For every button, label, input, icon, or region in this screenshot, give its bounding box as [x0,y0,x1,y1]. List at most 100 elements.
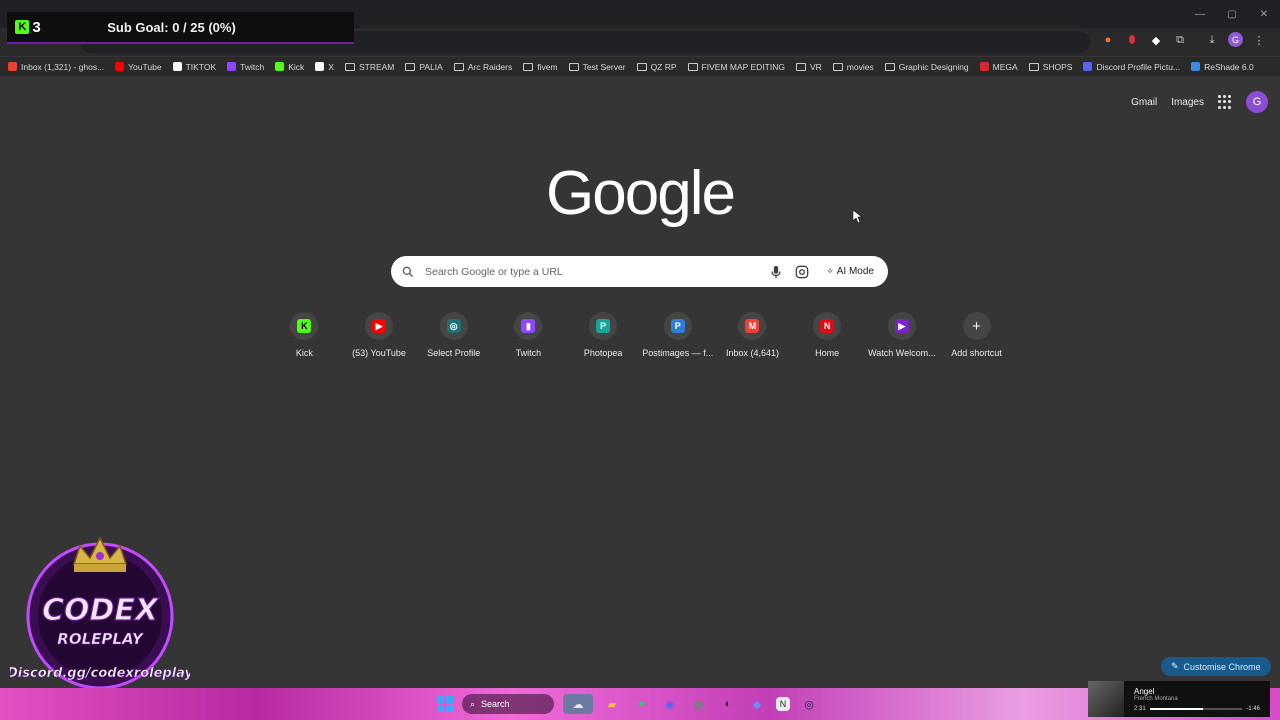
bookmark-item[interactable]: TIKTOK [172,61,217,72]
bookmark-item[interactable]: X [315,62,334,72]
ai-mode-button[interactable]: ✧ AI Mode [822,263,878,280]
postimages-icon: P [670,319,685,333]
minimize-icon[interactable]: — [1184,0,1216,28]
shortcut-tile[interactable]: P Photopea [566,312,641,358]
shortcut-icon-circle: + [962,312,991,340]
bookmark-label: YouTube [128,61,162,72]
bookmark-item[interactable]: fivem [523,61,558,72]
close-icon[interactable]: ✕ [1248,0,1280,28]
shortcut-icon-circle: ▶ [365,312,394,340]
bookmark-item[interactable]: YouTube [115,61,162,72]
folder-icon [568,62,579,71]
svg-text:Discord.gg/codexroleplay: Discord.gg/codexroleplay [10,666,190,681]
taskbar-search[interactable]: ⌕ Search [462,694,554,714]
shortcut-tile[interactable]: M Inbox (4,641) [715,312,790,358]
bookmark-item[interactable]: ReShade 6.0 [1191,62,1254,72]
twitch-icon: ▮ [521,319,536,333]
shortcut-label: Add shortcut [951,348,1002,358]
extension-red-icon[interactable]: ⬮ [1124,32,1140,48]
now-playing-widget[interactable]: Angel French Montana 2:31 -1:46 [1088,681,1270,717]
bookmark-label: X [328,61,334,72]
file-explorer-icon[interactable]: ▰ [602,694,622,714]
bookmark-label: PALIA [419,61,443,72]
shortcut-tile[interactable]: + Add shortcut [939,312,1014,358]
twitch-icon [227,62,237,71]
taskbar-search-icon: ⌕ [470,698,476,709]
app-diamond-icon[interactable]: ◆ [747,694,767,714]
bookmark-label: Graphic Designing [898,61,969,72]
bookmark-item[interactable]: FIVEM MAP EDITING [687,62,785,72]
bookmark-item[interactable]: QZ RP [636,61,677,72]
bookmark-item[interactable]: MEGA [979,62,1018,72]
obs-icon[interactable]: ◐ [718,694,738,714]
bookmark-item[interactable]: movies [832,62,874,72]
shortcut-icon-circle: ◎ [439,312,468,340]
bookmark-item[interactable]: VR [795,62,822,72]
bookmark-label: SHOPS [1042,61,1073,72]
netflix-icon: N [820,319,835,333]
bookmark-item[interactable]: Discord Profile Pictu... [1083,62,1180,72]
shortcut-tile[interactable]: P Postimages — f... [640,312,715,358]
menu-kebab-icon[interactable]: ⋮ [1251,32,1267,48]
maximize-icon[interactable]: ▢ [1216,0,1248,28]
folder-icon [405,62,416,71]
shortcut-tile[interactable]: N Home [790,312,865,358]
bookmark-label: fivem [537,61,558,72]
song-remaining: -1:46 [1246,705,1260,712]
discord-icon[interactable]: ◉ [660,694,680,714]
chrome-icon[interactable]: ◍ [689,694,709,714]
bookmark-item[interactable]: Graphic Designing [884,61,969,72]
notion-icon[interactable]: N [776,697,790,711]
google-header-links: Gmail Images G [1131,91,1268,113]
taskbar-search-label: Search [481,699,510,709]
bookmark-label: Arc Raiders [467,61,513,72]
extensions-puzzle-icon[interactable]: ⧉ [1172,32,1188,48]
bookmark-label: QZ RP [650,61,677,72]
folder-icon [1028,62,1039,71]
widgets-icon[interactable]: ☁ [563,694,593,714]
downloads-icon[interactable]: ⤓ [1204,32,1220,48]
images-link[interactable]: Images [1171,97,1204,108]
shortcut-tile[interactable]: K Kick [267,312,342,358]
voice-search-icon[interactable] [768,264,784,280]
bookmark-item[interactable]: SHOPS [1028,61,1073,72]
shortcut-tile[interactable]: ▶ Watch Welcom... [865,312,940,358]
bookmark-item[interactable]: Twitch [227,62,264,72]
sub-goal-overlay: K 3 Sub Goal: 0 / 25 (0%) [7,12,354,44]
bookmark-item[interactable]: Kick [275,62,304,72]
folder-icon [453,62,464,71]
folder-icon [832,62,843,71]
bookmark-item[interactable]: Inbox (1,321) - ghos... [8,62,104,72]
bookmark-label: TIKTOK [185,61,217,72]
spotify-icon[interactable]: ● [631,694,651,714]
bookmark-item[interactable]: STREAM [344,62,394,72]
customise-chrome-button[interactable]: ✎ Customise Chrome [1161,657,1271,676]
shortcut-tile[interactable]: ▶ (53) YouTube [342,312,417,358]
bookmark-item[interactable]: PALIA [405,61,443,72]
song-progress-bar[interactable] [1149,707,1243,710]
google-apps-icon[interactable] [1218,95,1232,109]
shortcut-icon-circle: ▶ [887,312,916,340]
shortcut-tile[interactable]: ▮ Twitch [491,312,566,358]
shortcut-icon-circle: P [589,312,618,340]
search-icon [402,266,414,277]
bookmark-label: Inbox (1,321) - ghos... [21,61,105,72]
ai-mode-icon: ✧ [826,266,834,276]
bookmarks-bar: Inbox (1,321) - ghos... YouTube TIKTOK Twit… [0,57,1280,76]
folder-icon [884,62,895,71]
profile-avatar[interactable]: G [1228,32,1243,47]
search-input[interactable] [425,265,759,278]
shortcut-tile[interactable]: ◎ Select Profile [416,312,491,358]
steam-icon[interactable]: ◎ [799,694,819,714]
google-lens-icon[interactable] [794,264,810,280]
google-search-box[interactable]: ✧ AI Mode [391,256,888,287]
bookmark-item[interactable]: Arc Raiders [453,61,513,72]
shortcut-label: Inbox (4,641) [725,348,779,358]
gmail-link[interactable]: Gmail [1131,97,1157,108]
google-account-avatar[interactable]: G [1246,91,1268,113]
extension-diamond-icon[interactable]: ◆ [1148,32,1164,48]
extension-orange-icon[interactable]: ● [1100,32,1116,48]
bookmark-item[interactable]: Test Server [568,62,626,72]
shortcut-icon-circle: K [290,312,319,340]
windows-start-icon[interactable] [437,696,453,712]
